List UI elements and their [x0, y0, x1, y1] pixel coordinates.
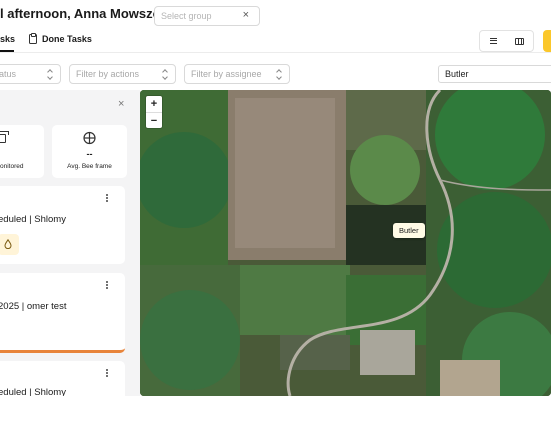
- stat-bee-frame-card: -- Avg. Bee frame: [52, 125, 127, 178]
- map-view-button[interactable]: [507, 31, 534, 51]
- assignee-filter-placeholder: Filter by assignee: [191, 69, 262, 79]
- drop-badge: [0, 234, 19, 255]
- assignee-filter[interactable]: Filter by assignee: [184, 64, 290, 84]
- stat-bee-frame-label: Avg. Bee frame: [67, 163, 112, 170]
- location-label[interactable]: Butler: [393, 223, 425, 238]
- stat-bee-frame-value: --: [86, 149, 93, 159]
- view-toggle: [479, 30, 534, 52]
- add-task-button[interactable]: [543, 30, 551, 52]
- kebab-icon[interactable]: [106, 194, 109, 204]
- chevron-updown-icon: [276, 69, 282, 80]
- chevron-updown-icon: [47, 69, 53, 80]
- location-search-value: Butler: [445, 69, 469, 79]
- satellite-imagery: [140, 90, 551, 396]
- actions-filter[interactable]: Filter by actions: [69, 64, 176, 84]
- status-filter[interactable]: atus: [0, 64, 61, 84]
- kebab-icon[interactable]: [106, 281, 109, 291]
- tabs-divider: [0, 52, 551, 53]
- stat-monitored-card: onitored: [0, 125, 44, 178]
- actions-filter-placeholder: Filter by actions: [76, 69, 140, 79]
- box-icon: [0, 131, 9, 143]
- bee-frame-icon: [83, 131, 96, 145]
- zoom-out-button[interactable]: −: [146, 112, 162, 128]
- drop-icon: [4, 239, 12, 249]
- chevron-updown-icon: [162, 69, 168, 80]
- task-card[interactable]: eduled | Shlomy: [0, 186, 125, 264]
- group-select[interactable]: Select group ×: [154, 6, 260, 26]
- close-icon[interactable]: ×: [243, 9, 249, 21]
- summary-panel: × onitored -- Avg. Bee frame eduled | Sh…: [0, 90, 140, 396]
- tab-done-tasks[interactable]: Done Tasks: [29, 33, 92, 44]
- task-card[interactable]: eduled | Shlomy: [0, 361, 125, 396]
- list-view-button[interactable]: [480, 31, 507, 51]
- map-icon: [515, 37, 525, 45]
- zoom-in-button[interactable]: +: [146, 96, 162, 112]
- zoom-controls: + −: [146, 96, 162, 128]
- satellite-map[interactable]: + − Butler: [140, 90, 551, 396]
- stat-monitored-label: onitored: [0, 163, 24, 170]
- task-card-title: eduled | Shlomy: [0, 214, 66, 225]
- list-icon: [489, 38, 497, 44]
- task-card-title: 2025 | omer test: [0, 301, 67, 312]
- task-card-title: eduled | Shlomy: [0, 387, 66, 396]
- location-search-input[interactable]: Butler: [438, 65, 551, 83]
- tab-tasks-label: sks: [0, 34, 16, 44]
- status-filter-placeholder: atus: [0, 69, 17, 79]
- tab-tasks[interactable]: sks: [0, 34, 16, 52]
- tab-done-tasks-label: Done Tasks: [42, 34, 92, 44]
- group-select-placeholder: Select group: [161, 11, 212, 21]
- kebab-icon[interactable]: [106, 369, 109, 379]
- close-icon[interactable]: ×: [118, 99, 124, 110]
- clipboard-icon: [29, 33, 37, 44]
- task-card[interactable]: 2025 | omer test: [0, 273, 125, 353]
